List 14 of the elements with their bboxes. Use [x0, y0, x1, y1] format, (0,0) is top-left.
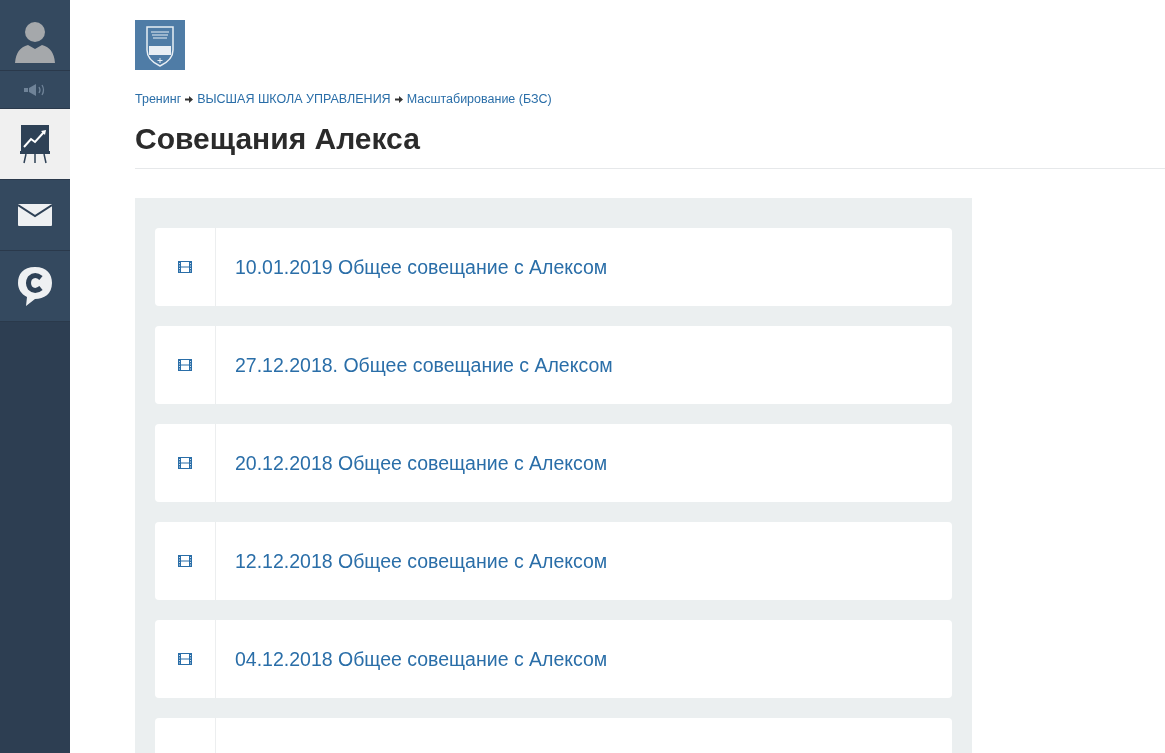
breadcrumb-link[interactable]: ВЫСШАЯ ШКОЛА УПРАВЛЕНИЯ: [197, 92, 391, 106]
lesson-card[interactable]: 12.12.2018 Общее совещание с Алексом: [155, 522, 952, 600]
lesson-card[interactable]: 04.12.2018 Общее совещание с Алексом: [155, 620, 952, 698]
lesson-title[interactable]: 12.12.2018 Общее совещание с Алексом: [235, 549, 608, 573]
lesson-title[interactable]: 10.01.2019 Общее совещание с Алексом: [235, 255, 608, 279]
lesson-card[interactable]: 10.01.2019 Общее совещание с Алексом: [155, 228, 952, 306]
breadcrumb-link[interactable]: Масштабирование (БЗС): [406, 92, 552, 106]
lesson-card[interactable]: 20.12.2018 Общее совещание с Алексом: [155, 424, 952, 502]
lesson-title[interactable]: 20.12.2018 Общее совещание с Алексом: [235, 451, 608, 475]
lesson-title[interactable]: 04.12.2018 Общее совещание с Алексом: [235, 647, 608, 671]
breadcrumb-link[interactable]: Тренинг: [135, 92, 182, 106]
lesson-card[interactable]: 27.12.2018. Общее совещание с Алексом: [155, 326, 952, 404]
page-title: Совещания Алекса: [135, 122, 420, 156]
lesson-title[interactable]: 27.12.2018. Общее совещание с Алексом: [235, 353, 613, 377]
